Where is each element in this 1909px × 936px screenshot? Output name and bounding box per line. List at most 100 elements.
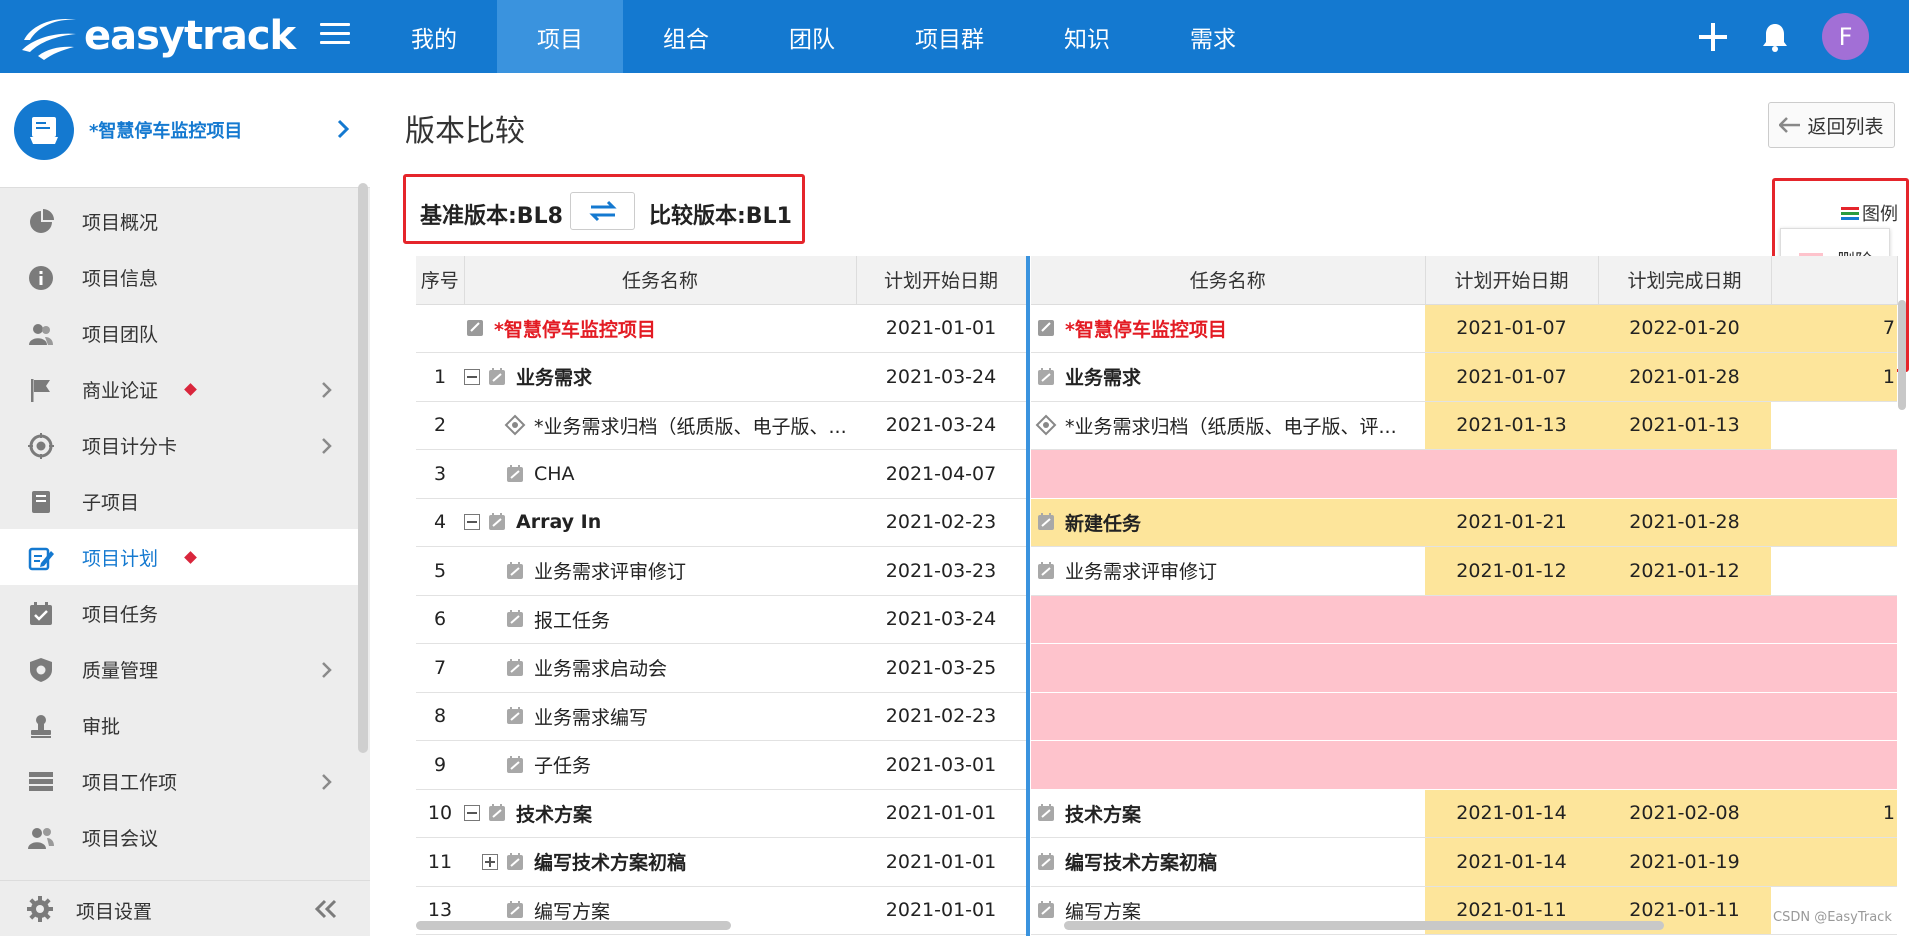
table-row[interactable]: *业务需求归档（纸质版、电子版、评... 2021-01-13 2021-01-13 xyxy=(1031,401,1897,450)
deleted-task-row[interactable] xyxy=(1031,449,1897,499)
nav-tab-portfolio[interactable]: 组合 xyxy=(623,0,749,73)
hamburger-menu-icon[interactable] xyxy=(320,23,350,49)
task-name-cell[interactable]: Array In xyxy=(464,498,856,547)
gear-icon xyxy=(27,896,53,922)
sidebar-item-meetings[interactable]: 项目会议 xyxy=(0,809,358,865)
nav-tab-program[interactable]: 项目群 xyxy=(875,0,1024,73)
swap-versions-button[interactable] xyxy=(570,192,635,230)
right-grid-horizontal-scrollbar[interactable] xyxy=(1064,921,1664,930)
deleted-task-row[interactable] xyxy=(1031,740,1897,790)
table-row[interactable]: 7 业务需求启动会 2021-03-25 xyxy=(416,643,1026,693)
task-name-cell[interactable]: 业务需求 xyxy=(464,352,856,402)
nav-tab-mine[interactable]: 我的 xyxy=(371,0,497,73)
grid-splitter[interactable] xyxy=(1026,256,1030,936)
nav-tab-team[interactable]: 团队 xyxy=(749,0,875,73)
table-row[interactable]: 1 业务需求 2021-03-24 xyxy=(416,352,1026,402)
nav-tab-knowledge[interactable]: 知识 xyxy=(1024,0,1150,73)
end-date-cell: 2021-01-28 xyxy=(1598,352,1771,402)
deleted-task-row[interactable] xyxy=(1031,643,1897,693)
table-row[interactable]: 技术方案 2021-01-14 2021-02-08 1 xyxy=(1031,789,1897,838)
sidebar-item-project-plan[interactable]: 项目计划 xyxy=(0,529,358,585)
task-name-cell[interactable]: 业务需求编写 xyxy=(464,692,856,741)
chevron-right-icon[interactable] xyxy=(335,118,351,140)
table-row[interactable]: 新建任务 2021-01-21 2021-01-28 xyxy=(1031,498,1897,547)
column-header-start-date[interactable]: 计划开始日期 xyxy=(1425,256,1599,305)
swap-arrows-icon xyxy=(588,200,617,222)
task-name-cell[interactable]: 编写技术方案初稿 xyxy=(1031,837,1425,887)
nav-tab-project[interactable]: 项目 xyxy=(497,0,623,73)
task-name-cell[interactable]: 编写技术方案初稿 xyxy=(464,837,856,887)
row-number: 6 xyxy=(416,595,464,644)
collapse-toggle-icon[interactable] xyxy=(464,514,480,531)
column-header-end-date[interactable]: 计划完成日期 xyxy=(1598,256,1772,305)
column-header-no[interactable]: 序号 xyxy=(416,256,465,305)
table-row[interactable]: 8 业务需求编写 2021-02-23 xyxy=(416,692,1026,741)
column-header-start-date[interactable]: 计划开始日期 xyxy=(856,256,1027,305)
table-row[interactable]: 11 编写技术方案初稿 2021-01-01 xyxy=(416,837,1026,887)
table-row[interactable]: 4 Array In 2021-02-23 xyxy=(416,498,1026,547)
table-row[interactable]: 9 子任务 2021-03-01 xyxy=(416,740,1026,790)
table-row[interactable]: 2 *业务需求归档（纸质版、电子版、... 2021-03-24 xyxy=(416,401,1026,450)
back-to-list-button[interactable]: 返回列表 xyxy=(1768,102,1895,148)
table-row[interactable]: 10 技术方案 2021-01-01 xyxy=(416,789,1026,838)
task-name-cell[interactable]: *智慧停车监控项目 xyxy=(464,304,856,353)
table-row[interactable]: *智慧停车监控项目 2021-01-07 2022-01-20 7 xyxy=(1031,304,1897,353)
sidebar-item-scorecard[interactable]: 项目计分卡 xyxy=(0,417,358,473)
task-name-cell[interactable]: 技术方案 xyxy=(1031,789,1425,838)
right-grid-vertical-scrollbar[interactable] xyxy=(1898,300,1906,410)
base-version-label[interactable]: 基准版本:BL8 xyxy=(420,198,563,230)
sidebar-item-subprojects[interactable]: 子项目 xyxy=(0,473,358,529)
collapse-toggle-icon[interactable] xyxy=(464,368,480,385)
user-avatar[interactable]: F xyxy=(1822,13,1869,60)
nav-tab-requirements[interactable]: 需求 xyxy=(1150,0,1276,73)
easytrack-logo[interactable]: easytrack xyxy=(18,10,296,62)
table-row[interactable]: 5 业务需求评审修订 2021-03-23 xyxy=(416,546,1026,596)
expand-toggle-icon[interactable] xyxy=(482,853,498,870)
start-date-cell: 2021-01-07 xyxy=(1425,352,1598,402)
table-row[interactable]: 编写技术方案初稿 2021-01-14 2021-01-19 xyxy=(1031,837,1897,887)
start-date-cell: 2021-01-01 xyxy=(856,837,1026,887)
table-row[interactable]: 3 CHA 2021-04-07 xyxy=(416,449,1026,499)
task-name-cell[interactable]: 业务需求启动会 xyxy=(464,643,856,693)
sidebar-item-approval[interactable]: 审批 xyxy=(0,697,358,753)
project-header[interactable]: *智慧停车监控项目 xyxy=(0,73,370,188)
task-name-cell[interactable]: 业务需求评审修订 xyxy=(464,546,856,596)
column-header-task-name[interactable]: 任务名称 xyxy=(1031,256,1426,305)
left-grid-horizontal-scrollbar[interactable] xyxy=(416,921,731,930)
task-name-cell[interactable]: 业务需求评审修订 xyxy=(1031,546,1425,596)
task-name-cell[interactable]: 业务需求 xyxy=(1031,352,1425,402)
notification-bell-icon[interactable] xyxy=(1760,21,1790,53)
double-chevron-left-icon[interactable] xyxy=(313,898,339,920)
task-name-cell[interactable]: 报工任务 xyxy=(464,595,856,644)
sidebar-item-overview[interactable]: 项目概况 xyxy=(0,193,358,249)
column-header-task-name[interactable]: 任务名称 xyxy=(464,256,857,305)
milestone-diamond-icon xyxy=(1035,414,1057,436)
deleted-task-row[interactable] xyxy=(1031,595,1897,644)
task-name-cell[interactable]: CHA xyxy=(464,449,856,499)
task-icon xyxy=(1038,367,1054,385)
sidebar-item-tasks[interactable]: 项目任务 xyxy=(0,585,358,641)
table-row[interactable]: 6 报工任务 2021-03-24 xyxy=(416,595,1026,644)
table-row[interactable]: 业务需求 2021-01-07 2021-01-28 1 xyxy=(1031,352,1897,402)
table-row[interactable]: 业务需求评审修订 2021-01-12 2021-01-12 xyxy=(1031,546,1897,596)
sidebar-settings[interactable]: 项目设置 xyxy=(0,880,370,936)
task-name-cell[interactable]: *业务需求归档（纸质版、电子版、... xyxy=(464,401,856,450)
sidebar-item-quality[interactable]: 质量管理 xyxy=(0,641,358,697)
task-name: CHA xyxy=(534,462,575,485)
task-name-cell[interactable]: 技术方案 xyxy=(464,789,856,838)
task-name-cell[interactable]: 新建任务 xyxy=(1031,498,1425,547)
task-name-cell[interactable]: *智慧停车监控项目 xyxy=(1031,304,1425,353)
sidebar-item-work-items[interactable]: 项目工作项 xyxy=(0,753,358,809)
sidebar-scrollbar[interactable] xyxy=(358,183,368,753)
collapse-toggle-icon[interactable] xyxy=(464,805,480,822)
compare-version-label[interactable]: 比较版本:BL1 xyxy=(649,198,792,230)
task-name-cell[interactable]: 子任务 xyxy=(464,740,856,790)
task-name-cell[interactable]: *业务需求归档（纸质版、电子版、评... xyxy=(1031,401,1425,450)
sidebar-item-info[interactable]: 项目信息 xyxy=(0,249,358,305)
sidebar-item-business-case[interactable]: 商业论证 xyxy=(0,361,358,417)
deleted-task-row[interactable] xyxy=(1031,692,1897,741)
table-row[interactable]: *智慧停车监控项目 2021-01-01 xyxy=(416,304,1026,353)
add-plus-icon[interactable] xyxy=(1698,22,1728,52)
sidebar-item-team[interactable]: 项目团队 xyxy=(0,305,358,361)
legend-toggle[interactable]: 图例 xyxy=(1840,200,1898,226)
